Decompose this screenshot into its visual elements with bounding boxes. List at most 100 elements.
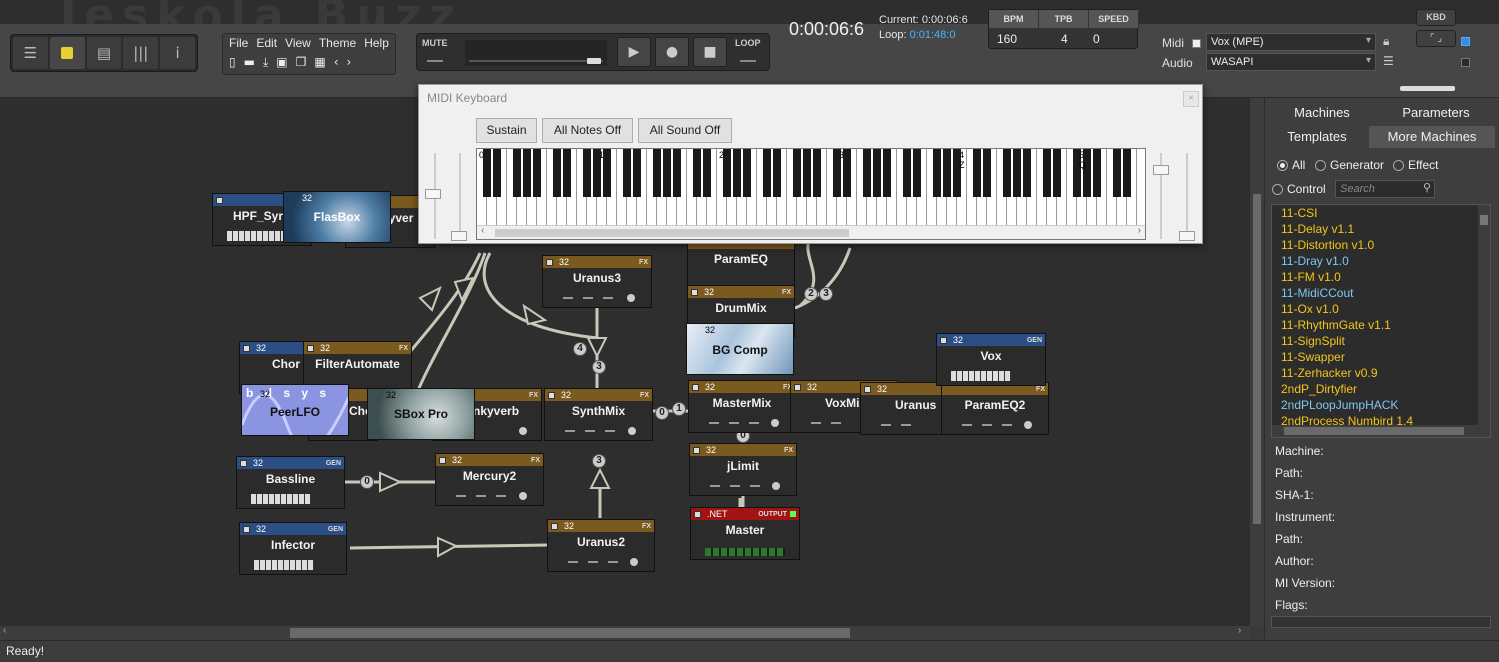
machine-view-button[interactable]: ☰ xyxy=(13,37,48,69)
black-key[interactable] xyxy=(773,149,781,197)
black-key[interactable] xyxy=(903,149,911,197)
close-icon[interactable]: × xyxy=(1183,91,1199,107)
all-sound-off-button[interactable]: All Sound Off xyxy=(638,118,732,143)
kbd-toggle[interactable] xyxy=(1461,37,1470,46)
machine-list-item[interactable]: 11-SignSplit xyxy=(1272,333,1490,349)
machine-list-item[interactable]: 11-RhythmGate v1.1 xyxy=(1272,317,1490,333)
paste-icon[interactable]: ▦ xyxy=(314,55,325,70)
machine-list-item[interactable]: 11-FM v1.0 xyxy=(1272,269,1490,285)
machine-checkbox[interactable] xyxy=(692,383,699,391)
menu-theme[interactable]: Theme xyxy=(319,36,356,50)
machine-checkbox[interactable] xyxy=(216,196,223,204)
machine-uranus2[interactable]: 32 FX Uranus2 xyxy=(547,519,655,572)
pattern-view-button[interactable] xyxy=(49,37,85,69)
black-key[interactable] xyxy=(863,149,871,197)
machine-infector[interactable]: 32 GEN Infector xyxy=(239,522,347,575)
black-key[interactable] xyxy=(813,149,821,197)
sustain-button[interactable]: Sustain xyxy=(476,118,537,143)
machine-flasbox[interactable]: 32 FlasBox xyxy=(283,191,391,243)
menu-view[interactable]: View xyxy=(285,36,311,50)
black-key[interactable] xyxy=(723,149,731,197)
machine-checkbox[interactable] xyxy=(439,456,446,464)
black-key[interactable] xyxy=(1053,149,1061,197)
machine-list-item[interactable]: 2ndPLoopJumpHACK xyxy=(1272,397,1490,413)
black-key[interactable] xyxy=(703,149,711,197)
machine-list-item[interactable]: 11-MidiCCout xyxy=(1272,285,1490,301)
black-key[interactable] xyxy=(553,149,561,197)
copy-icon[interactable]: ❐ xyxy=(296,55,307,70)
pitch-wheel[interactable] xyxy=(425,189,441,199)
black-key[interactable] xyxy=(673,149,681,197)
machine-list-item[interactable]: 11-Swapper xyxy=(1272,349,1490,365)
scroll-right-icon[interactable]: › xyxy=(1138,225,1141,236)
scroll-thumb[interactable] xyxy=(1284,427,1464,435)
wire-amount-bubble[interactable]: 4 xyxy=(573,342,587,356)
machine-peerlfo[interactable]: b d s y s 32 PeerLFO xyxy=(241,384,349,436)
machine-checkbox[interactable] xyxy=(940,336,947,344)
black-key[interactable] xyxy=(493,149,501,197)
tab-parameters[interactable]: Parameters xyxy=(1379,102,1493,124)
machine-list-item[interactable]: 2ndP_Dirtyfier xyxy=(1272,381,1490,397)
menu-help[interactable]: Help xyxy=(364,36,389,50)
black-key[interactable] xyxy=(633,149,641,197)
wire-amount-bubble[interactable]: 3 xyxy=(819,287,833,301)
wire-amount-bubble[interactable]: 3 xyxy=(592,454,606,468)
lock-icon[interactable]: 🔒︎ xyxy=(1383,34,1389,49)
black-key[interactable] xyxy=(1013,149,1021,197)
black-key[interactable] xyxy=(1043,149,1051,197)
zoom-slider[interactable] xyxy=(1400,86,1455,91)
black-key[interactable] xyxy=(1123,149,1131,197)
scroll-thumb[interactable] xyxy=(495,229,849,237)
scroll-left-icon[interactable]: ‹ xyxy=(3,625,6,636)
machine-checkbox[interactable] xyxy=(691,288,698,296)
black-key[interactable] xyxy=(983,149,991,197)
list-horizontal-scrollbar[interactable] xyxy=(1272,425,1490,437)
machine-checkbox[interactable] xyxy=(548,391,555,399)
keyboard-scrollbar[interactable]: ‹ › xyxy=(477,225,1145,239)
all-notes-off-button[interactable]: All Notes Off xyxy=(542,118,633,143)
search-input[interactable]: Search xyxy=(1335,180,1435,198)
machine-list-item[interactable]: 11-CSI xyxy=(1272,205,1490,221)
filter-all[interactable]: All xyxy=(1277,158,1305,172)
fullscreen-toggle[interactable] xyxy=(1461,58,1470,67)
tpb-value[interactable]: 4 xyxy=(1039,28,1089,50)
machine-jlimit[interactable]: 32 FX jLimit xyxy=(689,443,797,496)
machine-list[interactable]: 11-CSI 11-Delay v1.1 11-Distortion v1.0 11-… xyxy=(1271,204,1491,438)
black-key[interactable] xyxy=(1003,149,1011,197)
redo-icon[interactable]: › xyxy=(347,55,352,70)
kbd-button[interactable]: KBD xyxy=(1416,9,1456,26)
new-file-icon[interactable]: ▯ xyxy=(229,55,236,70)
tab-more-machines[interactable]: More Machines xyxy=(1369,126,1495,148)
midi-device-select[interactable]: Vox (MPE) xyxy=(1206,33,1376,51)
info-view-button[interactable]: i xyxy=(160,37,195,69)
info-scrollbar[interactable] xyxy=(1271,616,1491,628)
machine-sboxpro[interactable]: 32 SBox Pro xyxy=(367,388,475,440)
machine-checkbox[interactable] xyxy=(307,344,314,352)
black-key[interactable] xyxy=(513,149,521,197)
midi-enable-checkbox[interactable] xyxy=(1192,39,1201,48)
machine-checkbox[interactable] xyxy=(794,383,801,391)
machine-list-item[interactable]: 11-Dray v1.0 xyxy=(1272,253,1490,269)
list-vertical-scrollbar[interactable] xyxy=(1478,205,1490,427)
machine-checkbox[interactable] xyxy=(551,522,558,530)
black-key[interactable] xyxy=(483,149,491,197)
tab-machines[interactable]: Machines xyxy=(1265,102,1379,124)
black-key[interactable] xyxy=(583,149,591,197)
save-icon[interactable]: ⤓ xyxy=(263,55,268,70)
filter-control[interactable]: Control xyxy=(1272,182,1326,196)
wire-amount-bubble[interactable]: 0 xyxy=(655,406,669,420)
machine-checkbox[interactable] xyxy=(243,525,250,533)
menu-edit[interactable]: Edit xyxy=(256,36,277,50)
black-key[interactable] xyxy=(693,149,701,197)
machine-bgcomp[interactable]: 32 BG Comp xyxy=(686,323,794,375)
mute-label[interactable]: MUTE xyxy=(422,38,448,48)
black-key[interactable] xyxy=(803,149,811,197)
wire-amount-bubble[interactable]: 0 xyxy=(360,475,374,489)
canvas-horizontal-scrollbar[interactable]: ‹ › xyxy=(0,625,1250,640)
machine-parameq2[interactable]: FX ParamEQ2 xyxy=(941,382,1049,435)
machine-checkbox[interactable] xyxy=(694,510,701,518)
machine-list-item[interactable]: 11-Distortion v1.0 xyxy=(1272,237,1490,253)
bpm-value[interactable]: 160 xyxy=(989,28,1039,50)
machine-mastermix[interactable]: 32 FX MasterMix xyxy=(688,380,796,433)
scroll-left-icon[interactable]: ‹ xyxy=(481,225,484,236)
